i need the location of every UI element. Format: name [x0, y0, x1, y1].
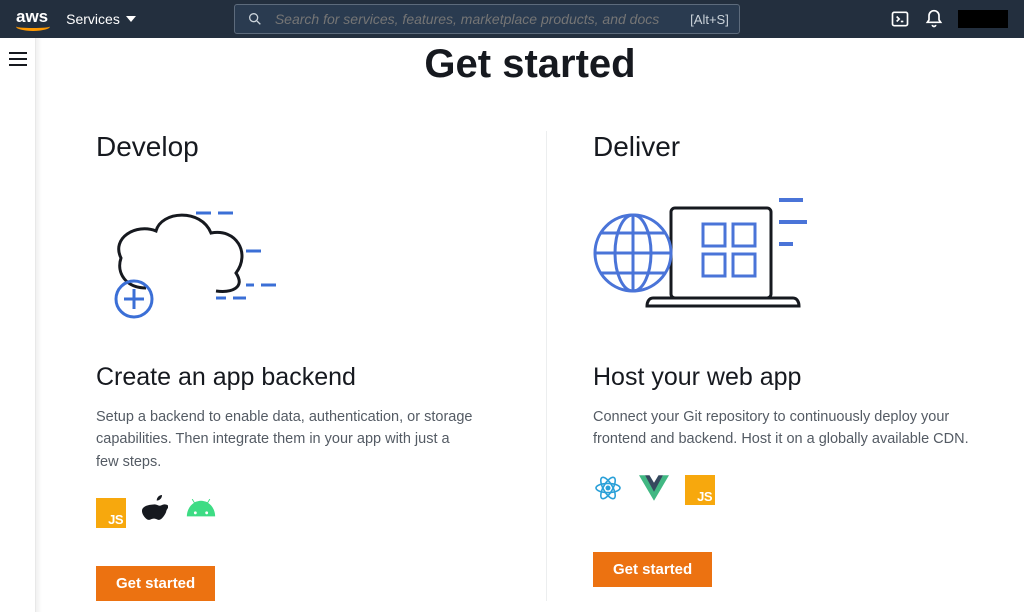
search-input[interactable]: [275, 11, 680, 27]
develop-tech-row: JS: [96, 495, 526, 530]
nav-right: [890, 9, 1008, 29]
develop-illustration: [96, 183, 526, 333]
deliver-tech-row: JS: [593, 473, 986, 508]
javascript-icon: JS: [685, 475, 715, 505]
services-menu[interactable]: Services: [66, 11, 136, 27]
aws-logo[interactable]: aws: [16, 8, 48, 31]
card-develop-desc: Setup a backend to enable data, authenti…: [96, 406, 476, 473]
card-deliver-kicker: Deliver: [593, 131, 986, 163]
top-nav: aws Services [Alt+S]: [0, 0, 1024, 38]
card-deliver-desc: Connect your Git repository to continuou…: [593, 406, 973, 451]
page-title: Get started: [36, 42, 1024, 87]
deliver-illustration: [593, 183, 986, 333]
deliver-get-started-button[interactable]: Get started: [593, 552, 712, 587]
android-icon: [184, 499, 218, 526]
notifications-icon[interactable]: [924, 9, 944, 29]
hamburger-icon[interactable]: [9, 52, 27, 66]
cloudshell-icon[interactable]: [890, 9, 910, 29]
global-search[interactable]: [Alt+S]: [234, 4, 740, 34]
react-icon: [593, 473, 623, 508]
page-content: Get started Develop: [36, 38, 1024, 612]
search-shortcut: [Alt+S]: [690, 12, 729, 27]
card-develop-kicker: Develop: [96, 131, 526, 163]
left-rail: [0, 38, 36, 612]
card-develop: Develop: [86, 131, 546, 601]
caret-down-icon: [126, 16, 136, 22]
card-deliver: Deliver: [546, 131, 1006, 601]
develop-get-started-button[interactable]: Get started: [96, 566, 215, 601]
card-deliver-title: Host your web app: [593, 363, 986, 392]
services-label: Services: [66, 11, 120, 27]
account-menu[interactable]: [958, 10, 1008, 28]
vue-icon: [639, 475, 669, 506]
search-icon: [245, 9, 265, 29]
card-develop-title: Create an app backend: [96, 363, 526, 392]
apple-icon: [142, 495, 168, 530]
javascript-icon: JS: [96, 498, 126, 528]
